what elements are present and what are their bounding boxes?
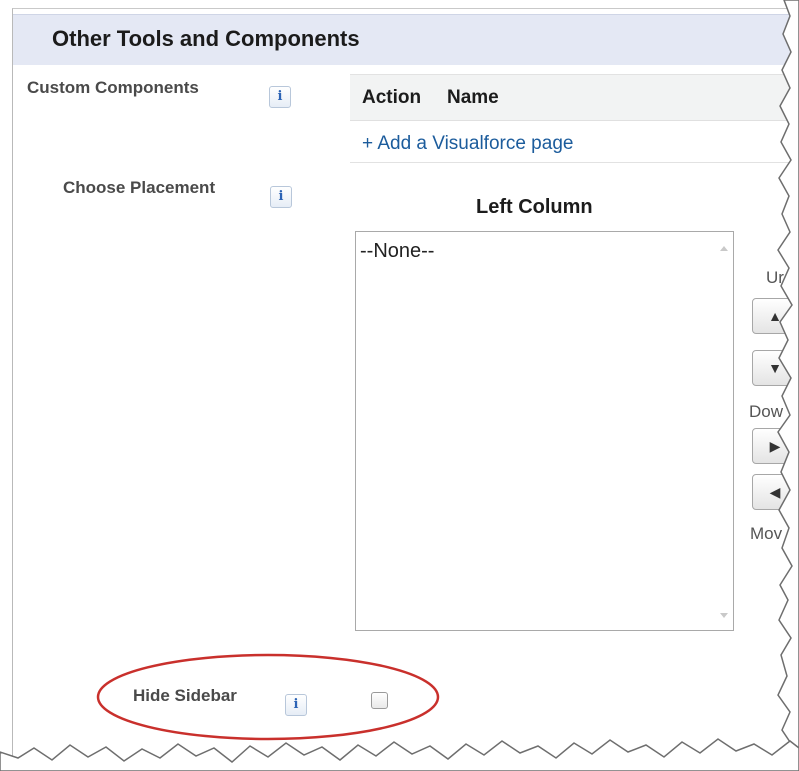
torn-right-edge xyxy=(777,0,799,771)
torn-edge-overlay xyxy=(0,0,799,771)
highlight-ellipse xyxy=(96,653,440,741)
torn-bottom-edge xyxy=(0,738,799,771)
